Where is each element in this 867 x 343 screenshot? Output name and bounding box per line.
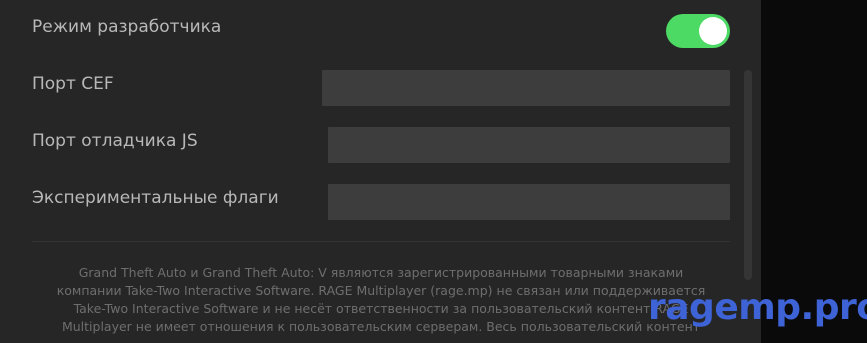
scrollbar[interactable] (744, 70, 752, 280)
settings-panel: Режим разработчика Порт CEF Порт отладчи… (0, 0, 761, 343)
legal-disclaimer: Grand Theft Auto и Grand Theft Auto: V я… (32, 264, 730, 336)
js-debugger-port-label: Порт отладчика JS (32, 131, 198, 151)
experimental-flags-label: Экспериментальные флаги (32, 188, 279, 208)
js-debugger-port-input[interactable] (328, 127, 730, 163)
toggle-knob (699, 17, 727, 45)
scrollbar-thumb[interactable] (744, 70, 752, 280)
developer-mode-label: Режим разработчика (32, 17, 222, 37)
disclaimer-line: Take-Two Interactive Software и не несёт… (73, 301, 689, 316)
watermark-logo: ragemp.pro (648, 287, 867, 328)
cef-port-label: Порт CEF (32, 74, 114, 94)
disclaimer-line: компании Take-Two Interactive Software. … (56, 283, 706, 298)
cef-port-input[interactable] (322, 70, 730, 106)
divider (32, 241, 730, 242)
experimental-flags-input[interactable] (328, 184, 730, 220)
developer-mode-toggle[interactable] (666, 14, 730, 48)
disclaimer-line: Multiplayer не имеет отношения к пользов… (61, 319, 701, 334)
disclaimer-line: Grand Theft Auto и Grand Theft Auto: V я… (78, 265, 684, 280)
